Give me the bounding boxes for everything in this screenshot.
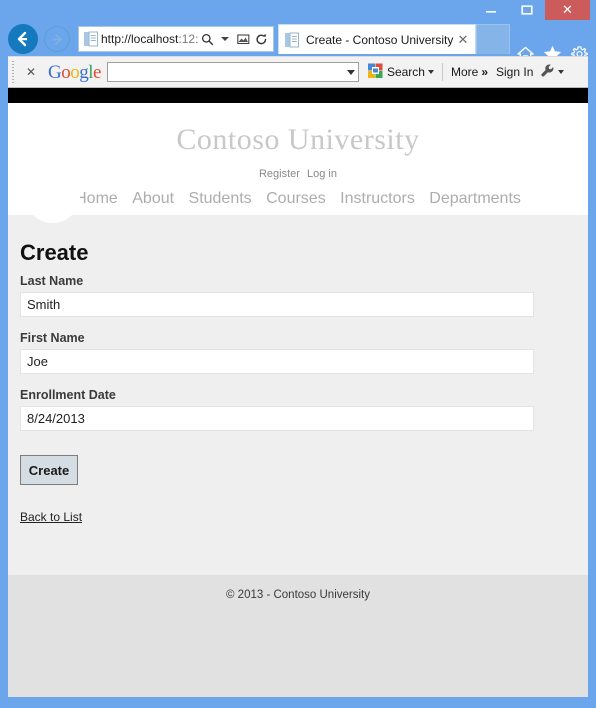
form-field-enrollment-date: Enrollment Date: [20, 388, 576, 445]
google-search-input[interactable]: [106, 62, 359, 82]
browser-navigation-row: http://localhost:12: Create - Contoso Un…: [0, 20, 596, 63]
label-last-name: Last Name: [20, 274, 84, 289]
google-search-caret-icon[interactable]: [427, 70, 434, 74]
google-signin-button[interactable]: Sign In: [496, 65, 533, 79]
new-tab-button[interactable]: [476, 24, 510, 54]
search-magnifier-icon[interactable]: [198, 27, 216, 51]
google-toolbar-close-button[interactable]: ✕: [18, 65, 44, 79]
page-viewport: Contoso University Register Log in Home …: [8, 103, 588, 697]
maximize-button[interactable]: [509, 0, 545, 20]
form-field-last-name: Last Name: [20, 274, 576, 331]
browser-tab[interactable]: Create - Contoso University ✕: [278, 24, 476, 54]
footer-copyright: © 2013 - Contoso University: [226, 589, 370, 601]
tab-page-icon: [285, 32, 299, 48]
main-navigation: Home About Students Courses Instructors …: [8, 190, 588, 208]
form-field-first-name: First Name: [20, 331, 576, 388]
google-search-label: Search: [386, 65, 425, 79]
login-link[interactable]: Log in: [307, 168, 337, 180]
label-enrollment-date: Enrollment Date: [20, 388, 116, 403]
site-header: Contoso University Register Log in Home …: [8, 103, 588, 215]
page-content: Create Last Name First Name Enrollment D…: [8, 168, 588, 575]
register-link[interactable]: Register: [259, 168, 300, 180]
google-tools-button[interactable]: [541, 64, 565, 81]
nav-link-instructors[interactable]: Instructors: [340, 190, 415, 207]
create-submit-button[interactable]: Create: [20, 455, 78, 486]
compatibility-view-icon[interactable]: [234, 27, 252, 51]
close-window-button[interactable]: ✕: [545, 0, 590, 20]
refresh-icon[interactable]: [252, 27, 270, 51]
back-to-list-link[interactable]: Back to List: [20, 510, 82, 524]
input-enrollment-date[interactable]: [20, 406, 534, 432]
google-toolbar: ✕ Google Search More » Sign In: [8, 56, 588, 88]
forward-arrow-icon: [52, 33, 62, 45]
google-logo: Google: [48, 61, 101, 83]
input-first-name[interactable]: [20, 349, 534, 375]
title-bar: ✕: [0, 0, 596, 22]
site-footer: © 2013 - Contoso University: [8, 575, 588, 697]
google-more-button[interactable]: More »: [451, 65, 488, 79]
toolbar-drag-grip[interactable]: [10, 61, 18, 83]
nav-link-students[interactable]: Students: [189, 190, 252, 207]
tab-strip: Create - Contoso University ✕: [278, 24, 510, 54]
nav-link-about[interactable]: About: [132, 190, 174, 207]
toolbar-separator: [441, 63, 443, 81]
page-loading-bar: [8, 88, 588, 103]
address-dropdown-caret-icon[interactable]: [216, 27, 234, 51]
google-colored-squares-icon: [367, 63, 384, 82]
nav-link-home[interactable]: Home: [75, 190, 118, 207]
google-tools-caret-icon[interactable]: [558, 70, 565, 74]
back-button[interactable]: [8, 24, 38, 54]
page-title: Create: [20, 240, 89, 265]
browser-window: ✕ http://localhost:12: Create - Contoso …: [0, 0, 596, 708]
google-search-button[interactable]: Search: [367, 63, 434, 82]
auth-links: Register Log in: [8, 168, 588, 180]
forward-button[interactable]: [44, 26, 70, 52]
site-brand-title: Contoso University: [176, 123, 420, 156]
input-last-name[interactable]: [20, 292, 534, 318]
google-search-dropdown-caret-icon[interactable]: [346, 69, 355, 75]
wrench-icon: [541, 64, 555, 81]
nav-link-courses[interactable]: Courses: [266, 190, 326, 207]
label-first-name: First Name: [20, 331, 85, 346]
nav-link-departments[interactable]: Departments: [429, 190, 521, 207]
tab-title: Create - Contoso University: [306, 32, 454, 47]
window-controls: ✕: [473, 0, 590, 22]
double-chevron-right-icon: »: [481, 65, 489, 79]
google-signin-label: Sign In: [496, 65, 534, 79]
google-more-label: More: [450, 65, 479, 79]
address-bar-url: http://localhost:12:: [101, 32, 198, 46]
address-bar[interactable]: http://localhost:12:: [78, 26, 274, 52]
back-arrow-icon: [17, 31, 27, 47]
page-document-icon: [84, 31, 98, 47]
tab-close-icon[interactable]: ✕: [455, 33, 471, 46]
minimize-button[interactable]: [473, 0, 509, 20]
back-link-wrapper: Back to List: [20, 508, 576, 556]
